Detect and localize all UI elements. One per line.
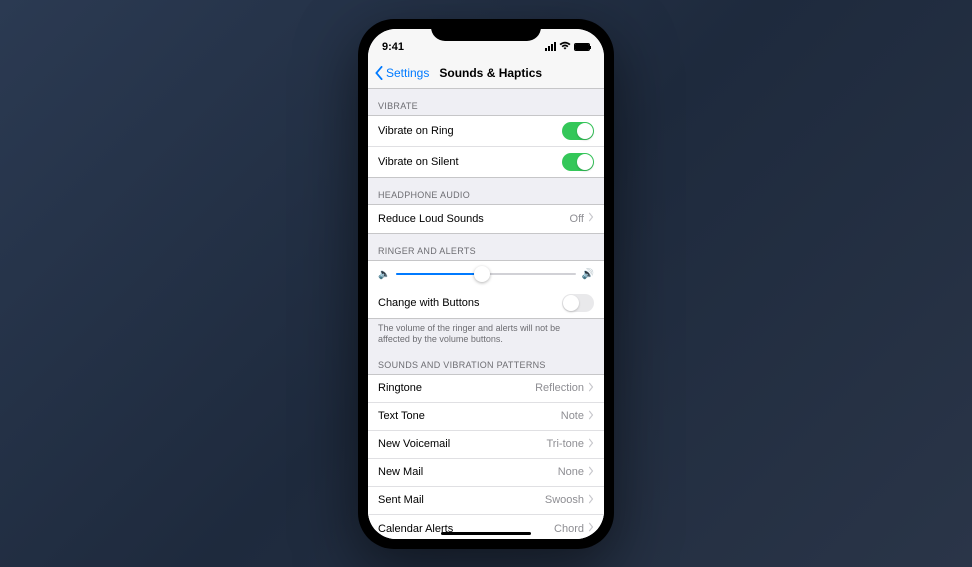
row-label: Vibrate on Ring bbox=[378, 125, 454, 137]
chevron-right-icon bbox=[588, 382, 594, 395]
row-sound-item[interactable]: Calendar AlertsChord bbox=[368, 515, 604, 539]
back-button[interactable]: Settings bbox=[374, 66, 429, 80]
row-value: Chord bbox=[554, 523, 584, 535]
chevron-right-icon bbox=[588, 212, 594, 225]
row-value: Note bbox=[561, 410, 584, 422]
page-title: Sounds & Haptics bbox=[439, 66, 542, 80]
row-label: Change with Buttons bbox=[378, 297, 480, 309]
nav-bar: Settings Sounds & Haptics bbox=[368, 59, 604, 89]
section-header-sounds: SOUNDS AND VIBRATION PATTERNS bbox=[368, 348, 604, 374]
row-value: Tri-tone bbox=[547, 438, 585, 450]
row-sound-item[interactable]: Sent Mail Swoosh bbox=[368, 487, 604, 515]
section-header-headphone: HEADPHONE AUDIO bbox=[368, 178, 604, 204]
chevron-right-icon bbox=[588, 466, 594, 479]
row-sound-item[interactable]: New Mail None bbox=[368, 459, 604, 487]
row-label: Text Tone bbox=[378, 410, 425, 422]
screen: 9:41 Settings Sounds & Haptics VIBRATE V… bbox=[368, 29, 604, 539]
row-vibrate-ring: Vibrate on Ring bbox=[368, 116, 604, 147]
row-sound-item[interactable]: Text Tone Note bbox=[368, 403, 604, 431]
chevron-left-icon bbox=[374, 66, 384, 80]
row-value: Swoosh bbox=[545, 494, 584, 506]
section-footer-ringer: The volume of the ringer and alerts will… bbox=[368, 319, 604, 348]
home-indicator[interactable] bbox=[441, 532, 531, 535]
row-label: New Mail bbox=[378, 466, 423, 478]
section-header-ringer: RINGER AND ALERTS bbox=[368, 234, 604, 260]
back-label: Settings bbox=[386, 66, 429, 80]
switch-vibrate-ring[interactable] bbox=[562, 122, 594, 140]
row-value: Reflection bbox=[535, 382, 584, 394]
row-label: Sent Mail bbox=[378, 494, 424, 506]
row-reduce-loud[interactable]: Reduce Loud Sounds Off bbox=[368, 205, 604, 233]
status-indicators bbox=[545, 41, 590, 53]
speaker-low-icon: 🔈 bbox=[378, 269, 390, 280]
phone-notch bbox=[431, 19, 541, 41]
row-label: New Voicemail bbox=[378, 438, 450, 450]
cellular-icon bbox=[545, 42, 556, 51]
content-scroll[interactable]: VIBRATE Vibrate on Ring Vibrate on Silen… bbox=[368, 89, 604, 539]
status-time: 9:41 bbox=[382, 41, 404, 53]
chevron-right-icon bbox=[588, 438, 594, 451]
row-label: Reduce Loud Sounds bbox=[378, 213, 484, 225]
volume-slider[interactable] bbox=[396, 273, 575, 275]
wifi-icon bbox=[559, 41, 571, 53]
chevron-right-icon bbox=[588, 410, 594, 423]
row-label: Vibrate on Silent bbox=[378, 156, 459, 168]
switch-vibrate-silent[interactable] bbox=[562, 153, 594, 171]
section-header-vibrate: VIBRATE bbox=[368, 89, 604, 115]
phone-frame: 9:41 Settings Sounds & Haptics VIBRATE V… bbox=[358, 19, 614, 549]
row-sound-item[interactable]: New Voicemail Tri-tone bbox=[368, 431, 604, 459]
row-volume-slider: 🔈 🔊 bbox=[368, 261, 604, 288]
row-value: None bbox=[558, 466, 584, 478]
speaker-high-icon: 🔊 bbox=[582, 269, 594, 280]
switch-change-buttons[interactable] bbox=[562, 294, 594, 312]
row-change-buttons: Change with Buttons bbox=[368, 288, 604, 318]
row-sound-item[interactable]: Ringtone Reflection bbox=[368, 375, 604, 403]
row-value: Off bbox=[570, 213, 584, 225]
battery-icon bbox=[574, 43, 590, 51]
chevron-right-icon bbox=[588, 494, 594, 507]
chevron-right-icon bbox=[588, 522, 594, 535]
row-label: Ringtone bbox=[378, 382, 422, 394]
row-vibrate-silent: Vibrate on Silent bbox=[368, 147, 604, 177]
